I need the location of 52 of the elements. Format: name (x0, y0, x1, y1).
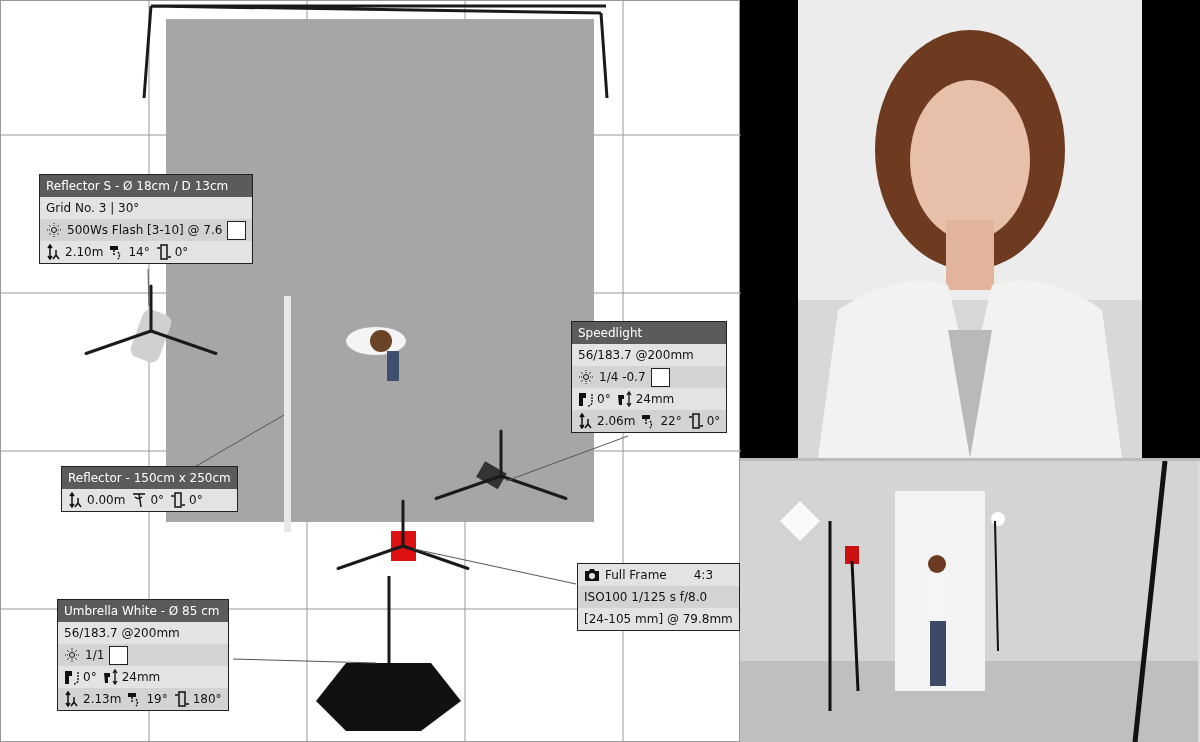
flash-power: 500Ws Flash [3-10] @ 7.6 (67, 222, 223, 239)
aspect-ratio: 4:3 (693, 567, 714, 584)
panel-text: 56/183.7 @200mm (64, 625, 180, 642)
value-text: 0° (174, 244, 189, 261)
color-swatch[interactable] (109, 645, 129, 665)
value-text: 0° (150, 492, 165, 509)
value-text: 0° (83, 669, 97, 686)
height-icon (578, 413, 594, 429)
panel-title: Reflector S - Ø 18cm / D 13cm (40, 175, 253, 197)
value-text: 0° (189, 492, 203, 509)
panel-text: Grid No. 3 | 30° (46, 200, 140, 217)
value-text: 0.00m (87, 492, 126, 509)
panel-title: Speedlight (572, 322, 727, 344)
panel-text: 56/183.7 @200mm (578, 347, 694, 364)
value-text: 24mm (635, 391, 675, 408)
reflector-bend-icon (131, 492, 148, 508)
value-text: 19° (146, 691, 168, 708)
flash-zoom-icon (102, 669, 119, 685)
flash-zoom-icon (616, 391, 633, 407)
value-text: 14° (128, 244, 150, 261)
rotate-icon (173, 691, 190, 707)
value-text: 2.06m (597, 413, 636, 430)
model-figure (346, 327, 406, 381)
sun-icon (64, 647, 80, 663)
color-swatch[interactable] (650, 367, 670, 387)
value-text: 0° (706, 413, 721, 430)
value-text: 24mm (121, 669, 161, 686)
rotate-icon (687, 413, 704, 429)
panel-title: Reflector - 150cm x 250cm (62, 467, 237, 489)
value-text: 2.10m (65, 244, 104, 261)
rotate-icon (170, 492, 187, 508)
height-icon (68, 492, 84, 508)
sensor-format: Full Frame (605, 567, 667, 584)
color-swatch[interactable] (227, 220, 247, 240)
camera-icon (584, 568, 600, 582)
flash-power: 1/4 -0.7 (599, 369, 646, 386)
rotate-icon (155, 244, 172, 260)
value-text: 2.13m (83, 691, 122, 708)
flash-tilt-icon (578, 391, 594, 407)
panel-title: Umbrella White - Ø 85 cm (58, 600, 228, 622)
height-icon (46, 244, 62, 260)
panel-text: ISO100 1/125 s f/8.0 (584, 589, 708, 606)
value-text: 22° (660, 413, 682, 430)
value-text: 0° (597, 391, 611, 408)
panel-text: [24-105 mm] @ 79.8mm (584, 611, 733, 628)
flash-tilt-icon (64, 669, 80, 685)
leader-line (147, 268, 150, 307)
sun-icon (578, 369, 594, 385)
height-icon (64, 691, 80, 707)
sun-icon (46, 222, 62, 238)
value-text: 180° (192, 691, 222, 708)
flash-power: 1/1 (85, 647, 105, 664)
